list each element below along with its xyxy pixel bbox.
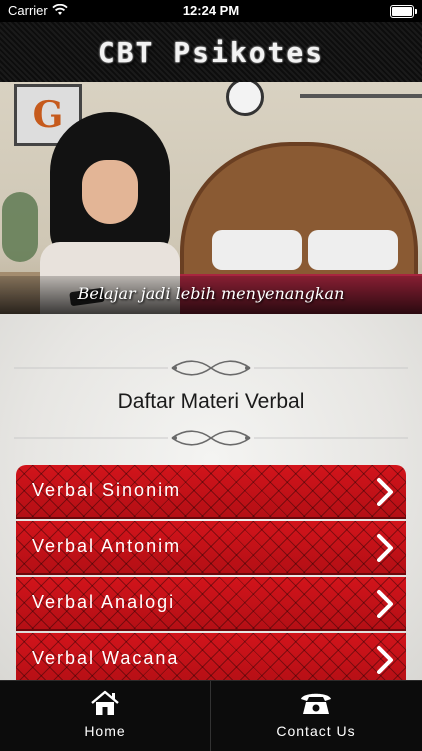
menu-item-label: Verbal Analogi xyxy=(32,592,176,612)
banner-caption-bar: Belajar jadi lebih menyenangkan xyxy=(0,276,422,314)
pillow xyxy=(308,230,398,270)
phone-icon xyxy=(301,693,331,714)
tab-home[interactable]: Home xyxy=(0,681,211,751)
menu-item-label: Verbal Antonim xyxy=(32,536,182,556)
app-header: CBT Psikotes xyxy=(0,22,422,83)
home-icon xyxy=(91,690,119,715)
tab-contact-us-label: Contact Us xyxy=(276,723,356,739)
flourish-ornament-top xyxy=(14,360,408,376)
menu-item-verbal-wacana[interactable]: Verbal Wacana xyxy=(16,633,406,680)
app-title: CBT Psikotes xyxy=(97,36,325,69)
tab-contact-us[interactable]: Contact Us xyxy=(211,681,421,751)
tab-home-label: Home xyxy=(84,723,126,739)
status-bar: Carrier 12:24 PM xyxy=(0,0,422,22)
menu-item-label: Verbal Sinonim xyxy=(32,480,182,500)
wall-shelf xyxy=(300,94,422,98)
menu-item-verbal-analogi[interactable]: Verbal Analogi xyxy=(16,577,406,631)
menu-item-verbal-sinonim[interactable]: Verbal Sinonim xyxy=(16,465,406,519)
tab-bar: Home Contact Us xyxy=(0,680,422,751)
chevron-right-icon xyxy=(377,590,393,618)
wall-clock-icon xyxy=(226,82,264,116)
status-time: 12:24 PM xyxy=(182,3,240,18)
menu-item-verbal-antonim[interactable]: Verbal Antonim xyxy=(16,521,406,575)
battery-icon xyxy=(390,5,417,18)
plant xyxy=(2,192,38,262)
chevron-right-icon xyxy=(377,646,393,674)
pillow xyxy=(212,230,302,270)
section-title: Daftar Materi Verbal xyxy=(117,390,305,413)
promo-banner: G Belajar jadi lebih menyenangkan xyxy=(0,82,422,314)
content-area: Daftar Materi Verbal Verbal Sinonim Verb… xyxy=(0,314,422,680)
flourish-ornament-bottom xyxy=(14,430,408,446)
menu-item-label: Verbal Wacana xyxy=(32,648,180,668)
chevron-right-icon xyxy=(377,534,393,562)
banner-caption: Belajar jadi lebih menyenangkan xyxy=(77,284,345,303)
chevron-right-icon xyxy=(377,478,393,506)
